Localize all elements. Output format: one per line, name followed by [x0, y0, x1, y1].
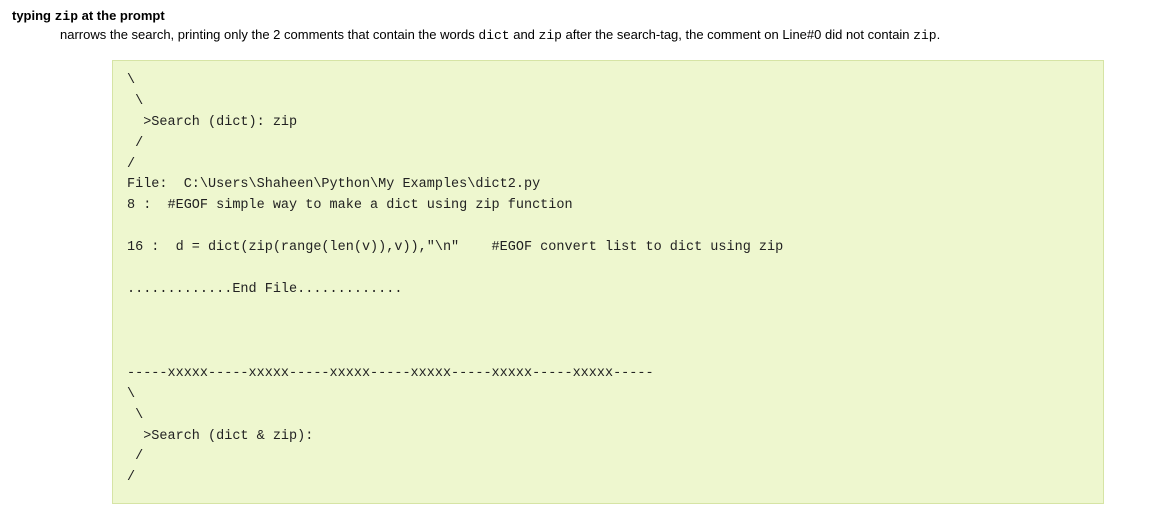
terminal-output: \ \ >Search (dict): zip / / File: C:\Use… — [112, 60, 1104, 504]
heading-code: zip — [55, 9, 78, 24]
description-text: narrows the search, printing only the 2 … — [60, 26, 1144, 46]
desc-code3: zip — [913, 28, 936, 43]
heading-suffix: at the prompt — [78, 8, 165, 23]
desc-part1: narrows the search, printing only the 2 … — [60, 27, 478, 42]
desc-part2: and — [510, 27, 539, 42]
desc-code1: dict — [478, 28, 509, 43]
desc-part3: after the search-tag, the comment on Lin… — [562, 27, 913, 42]
desc-part4: . — [937, 27, 941, 42]
heading-prefix: typing — [12, 8, 55, 23]
desc-code2: zip — [539, 28, 562, 43]
section-heading: typing zip at the prompt — [12, 8, 1144, 24]
